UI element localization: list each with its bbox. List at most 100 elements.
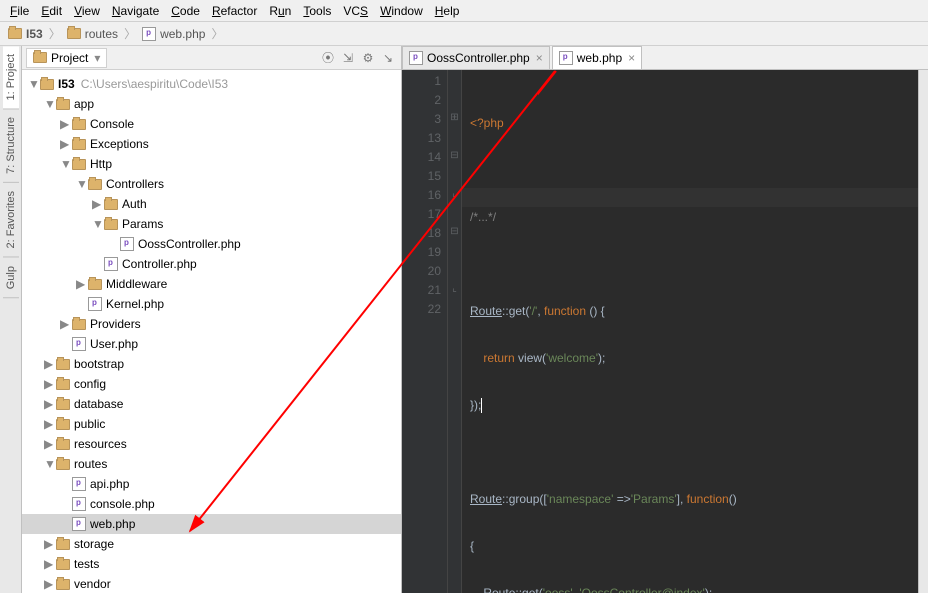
tree-item[interactable]: ▶Middleware xyxy=(22,274,401,294)
folder-icon xyxy=(56,359,70,370)
breadcrumb-folder[interactable]: routes xyxy=(65,27,120,41)
locate-icon[interactable]: ⦿ xyxy=(319,49,337,67)
php-file-icon xyxy=(559,51,573,65)
editor-area: OossController.php× web.php× 12313141516… xyxy=(402,46,928,593)
folder-icon xyxy=(40,79,54,90)
tool-tab-structure[interactable]: 7: Structure xyxy=(3,109,19,183)
tree-item[interactable]: ▼Controllers xyxy=(22,174,401,194)
editor-scrollbar[interactable] xyxy=(918,70,928,593)
chevron-right-icon: 〉 xyxy=(49,25,61,42)
line-gutter: 12313141516171819202122 xyxy=(402,70,448,593)
folder-icon xyxy=(88,279,102,290)
code-editor[interactable]: 12313141516171819202122 ⊞⊟⌞⊟⌞ <?php /*..… xyxy=(402,70,928,593)
tree-root[interactable]: ▼I53C:\Users\aespiritu\Code\I53 xyxy=(22,74,401,94)
folder-icon xyxy=(56,459,70,470)
php-file-icon xyxy=(88,297,102,311)
menu-run[interactable]: Run xyxy=(263,2,297,20)
tree-item[interactable]: ▶config xyxy=(22,374,401,394)
menu-window[interactable]: Window xyxy=(374,2,429,20)
folder-icon xyxy=(56,419,70,430)
tree-item[interactable]: ▶Console xyxy=(22,114,401,134)
tool-tab-favorites[interactable]: 2: Favorites xyxy=(3,183,19,257)
tree-item[interactable]: ▶bootstrap xyxy=(22,354,401,374)
gear-icon[interactable]: ⚙ xyxy=(359,49,377,67)
tree-item[interactable]: User.php xyxy=(22,334,401,354)
menu-tools[interactable]: Tools xyxy=(297,2,337,20)
breadcrumb: I53 〉 routes 〉 web.php 〉 xyxy=(0,22,928,46)
tree-item-selected[interactable]: web.php xyxy=(22,514,401,534)
folder-icon xyxy=(33,52,47,63)
tree-item[interactable]: ▶public xyxy=(22,414,401,434)
project-panel-header: Project ▾ ⦿ ⇲ ⚙ ↘ xyxy=(22,46,401,70)
folder-icon xyxy=(8,28,22,39)
tree-item[interactable]: ▶Exceptions xyxy=(22,134,401,154)
php-file-icon xyxy=(142,27,156,41)
project-view-selector[interactable]: Project ▾ xyxy=(26,48,107,68)
chevron-right-icon: 〉 xyxy=(124,25,136,42)
tree-item[interactable]: console.php xyxy=(22,494,401,514)
fold-gutter: ⊞⊟⌞⊟⌞ xyxy=(448,70,462,593)
folder-icon xyxy=(104,199,118,210)
tree-item[interactable]: ▶storage xyxy=(22,534,401,554)
collapse-icon[interactable]: ⇲ xyxy=(339,49,357,67)
chevron-right-icon: 〉 xyxy=(211,25,223,42)
menu-help[interactable]: Help xyxy=(429,2,466,20)
folder-icon xyxy=(72,119,86,130)
hide-icon[interactable]: ↘ xyxy=(379,49,397,67)
menu-navigate[interactable]: Navigate xyxy=(106,2,165,20)
tree-item[interactable]: ▼Http xyxy=(22,154,401,174)
folder-icon xyxy=(72,159,86,170)
menu-bar: File Edit View Navigate Code Refactor Ru… xyxy=(0,0,928,22)
php-file-icon xyxy=(72,497,86,511)
folder-icon xyxy=(67,28,81,39)
folder-icon xyxy=(72,139,86,150)
breadcrumb-root[interactable]: I53 xyxy=(6,27,45,41)
php-file-icon xyxy=(409,51,423,65)
php-file-icon xyxy=(72,337,86,351)
tree-item[interactable]: ▶database xyxy=(22,394,401,414)
tree-item[interactable]: Controller.php xyxy=(22,254,401,274)
tree-item[interactable]: ▶vendor xyxy=(22,574,401,593)
close-icon[interactable]: × xyxy=(536,51,543,65)
tree-item[interactable]: ▼app xyxy=(22,94,401,114)
menu-view[interactable]: View xyxy=(68,2,106,20)
menu-vcs[interactable]: VCS xyxy=(337,2,374,20)
menu-edit[interactable]: Edit xyxy=(35,2,68,20)
code-body[interactable]: <?php /*...*/ Route::get('/', function (… xyxy=(462,70,918,593)
tree-item[interactable]: ▶tests xyxy=(22,554,401,574)
left-tool-dock: 1: Project 7: Structure 2: Favorites Gul… xyxy=(0,46,22,593)
folder-icon xyxy=(72,319,86,330)
folder-icon xyxy=(104,219,118,230)
menu-file[interactable]: File xyxy=(4,2,35,20)
project-tree[interactable]: ▼I53C:\Users\aespiritu\Code\I53 ▼app ▶Co… xyxy=(22,70,401,593)
folder-icon xyxy=(56,539,70,550)
menu-refactor[interactable]: Refactor xyxy=(206,2,263,20)
tree-item[interactable]: ▶resources xyxy=(22,434,401,454)
folder-icon xyxy=(56,379,70,390)
tree-item[interactable]: ▶Providers xyxy=(22,314,401,334)
tree-item[interactable]: ▼Params xyxy=(22,214,401,234)
php-file-icon xyxy=(72,517,86,531)
folder-icon xyxy=(56,399,70,410)
php-file-icon xyxy=(120,237,134,251)
editor-tabs: OossController.php× web.php× xyxy=(402,46,928,70)
tree-item[interactable]: Kernel.php xyxy=(22,294,401,314)
menu-code[interactable]: Code xyxy=(165,2,206,20)
editor-tab-active[interactable]: web.php× xyxy=(552,46,642,69)
close-icon[interactable]: × xyxy=(628,51,635,65)
tree-item[interactable]: ▶Auth xyxy=(22,194,401,214)
php-file-icon xyxy=(104,257,118,271)
editor-tab[interactable]: OossController.php× xyxy=(402,46,550,69)
folder-icon xyxy=(88,179,102,190)
tree-item[interactable]: api.php xyxy=(22,474,401,494)
tree-item[interactable]: ▼routes xyxy=(22,454,401,474)
breadcrumb-file[interactable]: web.php xyxy=(140,27,207,41)
chevron-down-icon: ▾ xyxy=(94,51,100,65)
folder-icon xyxy=(56,439,70,450)
tool-tab-project[interactable]: 1: Project xyxy=(3,46,19,109)
folder-icon xyxy=(56,559,70,570)
php-file-icon xyxy=(72,477,86,491)
tree-item[interactable]: OossController.php xyxy=(22,234,401,254)
tool-tab-gulp[interactable]: Gulp xyxy=(3,258,19,298)
project-panel: Project ▾ ⦿ ⇲ ⚙ ↘ ▼I53C:\Users\aespiritu… xyxy=(22,46,402,593)
